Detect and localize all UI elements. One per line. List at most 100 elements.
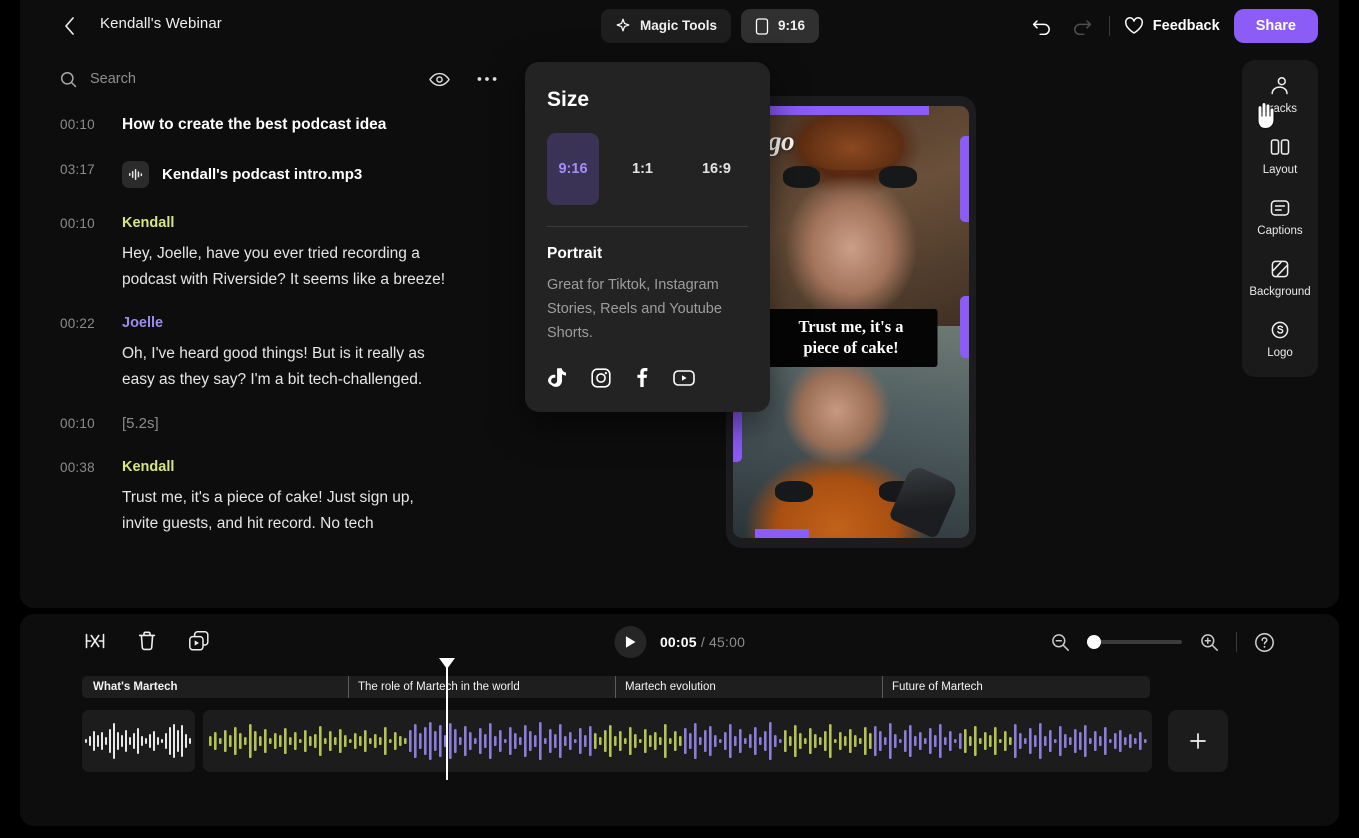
- transcript-text[interactable]: Hey, Joelle, have you ever tried recordi…: [122, 241, 452, 293]
- duplicate-clip-button[interactable]: [186, 628, 212, 654]
- timestamp: 00:10: [60, 416, 95, 431]
- speaker-name: Kendall: [122, 215, 175, 231]
- waveform-mono: [85, 723, 191, 759]
- decor-hair: [797, 115, 905, 171]
- add-clip-button[interactable]: [1168, 710, 1228, 772]
- chapter-marker[interactable]: What's Martech: [82, 676, 348, 698]
- more-horizontal-icon: [477, 77, 497, 81]
- aspect-ratio-button[interactable]: 9:16: [741, 9, 820, 43]
- transcript-entry[interactable]: 00:38 Kendall: [60, 459, 480, 475]
- zoom-slider[interactable]: [1087, 634, 1182, 650]
- frame-accent-right-upper: [960, 136, 969, 222]
- layout-columns-icon: [1270, 139, 1290, 155]
- redo-button[interactable]: [1069, 13, 1095, 39]
- caption-overlay[interactable]: Trust me, it's a piece of cake!: [764, 309, 938, 368]
- chevron-left-icon: [64, 17, 74, 35]
- timeline-divider: [1236, 632, 1237, 652]
- timestamp: 00:10: [60, 216, 95, 231]
- magic-tools-button[interactable]: Magic Tools: [601, 9, 732, 43]
- chapter-marker[interactable]: The role of Martech in the world: [348, 676, 615, 698]
- transcript-text[interactable]: Trust me, it's a piece of cake! Just sig…: [122, 485, 452, 537]
- audio-clip-intro[interactable]: [82, 710, 195, 772]
- timeline-panel: 00:05 / 45:00 What's Martech The role of…: [20, 614, 1339, 826]
- split-clip-button[interactable]: [82, 628, 108, 654]
- timeline-right-tools: [1047, 629, 1277, 655]
- rail-item-tracks[interactable]: Tracks: [1242, 76, 1318, 115]
- audio-file-entry[interactable]: Kendall's podcast intro.mp3: [122, 161, 362, 188]
- rail-item-logo[interactable]: Logo: [1242, 320, 1318, 359]
- transcript-title-row[interactable]: 00:10 How to create the best podcast ide…: [60, 116, 480, 134]
- chapter-marker[interactable]: Future of Martech: [882, 676, 1150, 698]
- waveform-glyph: [129, 169, 143, 180]
- aspect-ratio-options: 9:16 1:1 16:9: [547, 133, 748, 205]
- frame-accent-bottom: [755, 529, 809, 538]
- zoom-slider-thumb[interactable]: [1087, 635, 1101, 649]
- magic-tools-label: Magic Tools: [640, 18, 718, 34]
- zoom-in-button[interactable]: [1196, 629, 1222, 655]
- transcript-entry[interactable]: 00:10 Kendall: [60, 215, 480, 231]
- phone-portrait-icon: [755, 17, 769, 35]
- transcript-file-row[interactable]: 03:17 Kendall's podcast intro.mp3: [60, 161, 480, 188]
- search-input[interactable]: [90, 71, 310, 87]
- editor-shell: Kendall's Webinar Magic Tools 9:16 Feedb…: [20, 0, 1339, 608]
- feedback-button[interactable]: Feedback: [1124, 17, 1220, 35]
- ratio-option-1-1[interactable]: 1:1: [632, 161, 653, 177]
- audio-clip-main[interactable]: [203, 710, 1152, 772]
- ratio-option-16-9[interactable]: 16:9: [702, 161, 731, 177]
- transcript-fade: [20, 582, 520, 608]
- total-time: / 45:00: [700, 634, 746, 650]
- undo-icon: [1032, 20, 1050, 35]
- rail-item-background[interactable]: Background: [1242, 259, 1318, 298]
- ratio-option-9-16[interactable]: 9:16: [547, 133, 599, 205]
- zoom-out-icon: [1051, 633, 1069, 651]
- waveform-dual-speaker: [209, 722, 1147, 760]
- logo-circle-s-icon: [1271, 321, 1289, 339]
- frame-accent-top: [747, 106, 929, 115]
- zoom-slider-track: [1087, 640, 1182, 644]
- play-button[interactable]: [613, 626, 646, 658]
- zoom-out-button[interactable]: [1047, 629, 1073, 655]
- rail-label: Tracks: [1262, 103, 1298, 115]
- rail-label: Background: [1249, 286, 1311, 298]
- rail-item-captions[interactable]: Captions: [1242, 198, 1318, 237]
- timestamp: 00:38: [60, 460, 95, 475]
- eye-icon: [428, 72, 450, 86]
- rail-item-layout[interactable]: Layout: [1242, 137, 1318, 176]
- center-tools: Magic Tools 9:16: [601, 9, 820, 43]
- tiktok-icon: [547, 367, 566, 388]
- delete-button[interactable]: [134, 628, 160, 654]
- delete-icon: [138, 631, 156, 651]
- frame-accent-right-lower: [960, 296, 969, 358]
- transcript-header-actions: [426, 66, 500, 92]
- plus-icon: [1190, 733, 1206, 749]
- visibility-toggle-button[interactable]: [426, 66, 452, 92]
- undo-button[interactable]: [1029, 13, 1055, 39]
- play-icon: [625, 636, 635, 648]
- transcript-entry[interactable]: 00:22 Joelle: [60, 315, 480, 331]
- back-button[interactable]: [55, 12, 83, 40]
- popover-divider: [547, 226, 748, 227]
- facebook-icon: [636, 367, 648, 388]
- top-right-actions: Feedback Share: [1029, 9, 1318, 43]
- project-title: Kendall's Webinar: [100, 15, 222, 32]
- sparkle-icon: [616, 18, 630, 32]
- help-button[interactable]: [1251, 629, 1277, 655]
- aspect-ratio-label: 9:16: [778, 18, 806, 34]
- youtube-icon: [673, 369, 695, 386]
- rail-label: Layout: [1262, 164, 1298, 176]
- share-button[interactable]: Share: [1233, 9, 1318, 43]
- transcript-text[interactable]: Oh, I've heard good things! But is it re…: [122, 341, 452, 393]
- audio-track-row: [82, 710, 1228, 772]
- transcript-pause-row[interactable]: 00:10 [5.2s]: [60, 415, 480, 432]
- chapter-marker[interactable]: Martech evolution: [615, 676, 882, 698]
- transcript-more-button[interactable]: [474, 66, 500, 92]
- timeline-left-tools: [82, 628, 212, 654]
- speaker-name: Joelle: [122, 315, 164, 331]
- people-icon: [1271, 77, 1288, 95]
- timestamp: 00:10: [60, 117, 95, 132]
- search-box[interactable]: [60, 71, 426, 88]
